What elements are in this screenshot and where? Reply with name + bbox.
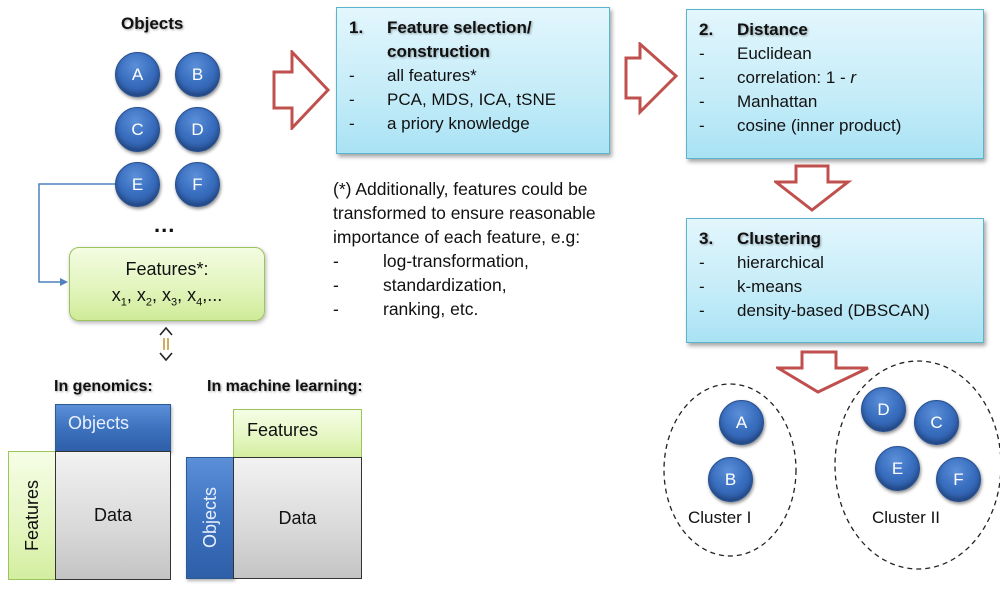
ml-features-label: Features	[247, 420, 319, 440]
feature-var-4: x4	[187, 285, 203, 309]
cluster2-node-f: F	[936, 457, 981, 502]
objects-ellipsis: ...	[154, 212, 176, 237]
object-node-f: F	[175, 162, 220, 207]
step2-item: - Manhattan	[699, 92, 818, 111]
ml-features-header: Features	[233, 409, 362, 458]
flow-arrow-down-icon	[774, 164, 853, 212]
flow-arrow-right-icon	[624, 42, 679, 116]
cluster1-node-a: A	[719, 400, 764, 445]
step1-feature-selection-box: 1. Feature selection/construction - all f…	[336, 7, 610, 154]
step1-heading: 1. Feature selection/construction	[349, 18, 532, 61]
cluster1-node-b: B	[708, 457, 753, 502]
equivalence-arrow-icon	[159, 326, 173, 362]
footnote-item: - standardization,	[333, 275, 507, 295]
ml-data-label: Data	[278, 507, 317, 528]
step2-item: - cosine (inner product)	[699, 116, 902, 135]
step2-heading: 2. Distance	[699, 20, 808, 39]
genomics-features-label: Features	[21, 479, 42, 552]
ml-objects-side: Objects	[186, 457, 234, 579]
object-node-e: E	[115, 162, 160, 207]
step3-item: - k-means	[699, 277, 803, 296]
step1-item: - PCA, MDS, ICA, tSNE	[349, 90, 557, 109]
ml-objects-label: Objects	[199, 487, 220, 549]
feature-var-3: x3,	[162, 285, 188, 309]
genomics-features-side: Features	[8, 451, 56, 580]
objects-title: Objects	[121, 14, 184, 33]
step3-clustering-box: 3. Clustering - hierarchical - k-means - den…	[686, 218, 984, 343]
footnote-item: - log-transformation,	[333, 251, 529, 271]
feature-var-1: x1,	[111, 285, 137, 309]
cluster2-node-c: C	[914, 400, 959, 445]
ml-data-block: Data	[233, 457, 362, 579]
cluster2-label: Cluster II	[872, 508, 941, 527]
flow-arrow-right-icon	[272, 50, 331, 130]
step1-item: - all features*	[349, 66, 477, 85]
features-box-heading: Features*:	[125, 259, 209, 279]
object-node-a: A	[115, 52, 160, 97]
feature-var-2: x2,	[136, 285, 162, 309]
cluster2-node-e: E	[875, 446, 920, 491]
step3-heading: 3. Clustering	[699, 229, 822, 248]
footnote: (*) Additionally, features could be tran…	[333, 177, 663, 321]
genomics-objects-label: Objects	[68, 413, 130, 433]
ml-title: In machine learning:	[207, 378, 363, 395]
genomics-data-label: Data	[93, 505, 133, 525]
step2-distance-box: 2. Distance - Euclidean - correlation: 1 - …	[686, 9, 984, 159]
genomics-objects-header: Objects	[55, 404, 171, 452]
features-box: Features*: x1, x2, x3, x4,...	[69, 247, 265, 321]
footnote-item: - ranking, etc.	[333, 299, 479, 319]
features-box-vars: x1, x2, x3, x4,...	[111, 285, 223, 309]
object-node-d: D	[175, 107, 220, 152]
step2-item: - Euclidean	[699, 44, 812, 63]
step3-item: - density-based (DBSCAN)	[699, 301, 930, 320]
object-node-c: C	[115, 107, 160, 152]
step3-item: - hierarchical	[699, 253, 824, 272]
step2-item: - correlation: 1 - r	[699, 68, 857, 87]
object-node-b: B	[175, 52, 220, 97]
genomics-title: In genomics:	[54, 378, 153, 395]
genomics-data-block: Data	[55, 451, 171, 580]
step1-item: -a priory knowledge	[349, 114, 530, 133]
cluster2-node-d: D	[861, 387, 906, 432]
cluster1-label: Cluster I	[688, 508, 752, 527]
